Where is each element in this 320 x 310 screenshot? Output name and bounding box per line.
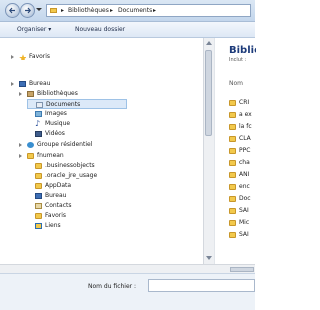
scroll-up-icon[interactable]: [206, 41, 212, 45]
links-folder-icon: [35, 223, 42, 229]
nav-item-oracle-jre-usage[interactable]: .oracle_jre_usage: [35, 171, 195, 181]
folder-icon: [229, 196, 236, 202]
breadcrumb-separator-icon: ▸: [61, 7, 65, 14]
history-dropdown-icon[interactable]: [36, 8, 42, 11]
content-pane: Biblio Inclut : Nom CRI a ex la fc CLA P…: [214, 38, 256, 264]
folder-icon: [229, 148, 236, 154]
music-note-icon: ♪: [35, 119, 41, 128]
address-bar[interactable]: ▸ Bibliothèques ▸ Documents ▸: [46, 4, 251, 17]
expand-arrow-icon[interactable]: [11, 82, 14, 86]
nav-item-documents[interactable]: Documents: [27, 99, 127, 109]
folder-icon: [229, 124, 236, 130]
star-icon: [19, 54, 26, 60]
nav-item-user[interactable]: fnumean: [19, 151, 197, 161]
expand-arrow-icon[interactable]: [19, 92, 22, 96]
arrow-left-icon: [9, 7, 15, 14]
breadcrumb-separator-icon: ▸: [153, 7, 157, 14]
library-title: Biblio: [229, 45, 256, 56]
folder-icon: [229, 232, 236, 238]
folder-icon: [35, 173, 42, 179]
homegroup-icon: [27, 142, 34, 148]
nav-item-bureau[interactable]: Bureau: [35, 191, 195, 201]
folder-icon: [229, 184, 236, 190]
folder-icon: [229, 100, 236, 106]
title-bar: ▸ Bibliothèques ▸ Documents ▸: [0, 0, 255, 22]
folder-icon: [50, 8, 57, 13]
nav-item-desktop[interactable]: Bureau: [11, 79, 199, 89]
folder-icon: [35, 213, 42, 219]
navigation-pane: Favoris Bureau Bibliothèques Documents I…: [0, 38, 203, 264]
nav-item-favorites[interactable]: Favoris: [11, 52, 199, 62]
scroll-down-icon[interactable]: [206, 256, 212, 260]
organize-button[interactable]: Organiser ▾: [17, 26, 51, 33]
forward-button[interactable]: [20, 3, 35, 18]
nav-item-businessobjects[interactable]: .businessobjects: [35, 161, 195, 171]
folder-icon: [229, 136, 236, 142]
nav-item-contacts[interactable]: Contacts: [35, 201, 195, 211]
back-button[interactable]: [5, 3, 20, 18]
expand-arrow-icon[interactable]: [11, 55, 14, 59]
folder-icon: [35, 183, 42, 189]
folder-icon: [229, 172, 236, 178]
filename-label: Nom du fichier :: [88, 283, 137, 290]
folder-icon: [229, 160, 236, 166]
breadcrumb-documents[interactable]: Documents: [118, 7, 152, 14]
filename-input[interactable]: [148, 279, 255, 292]
contacts-icon: [35, 203, 42, 209]
nav-item-libraries[interactable]: Bibliothèques: [19, 89, 199, 99]
column-header-name[interactable]: Nom: [229, 80, 243, 87]
nav-item-favoris[interactable]: Favoris: [35, 211, 195, 221]
command-toolbar: Organiser ▾ Nouveau dossier: [0, 22, 255, 38]
document-icon: [36, 102, 43, 108]
nav-item-music[interactable]: ♪ Musique: [35, 119, 195, 129]
image-icon: [35, 111, 42, 117]
nav-item-images[interactable]: Images: [35, 109, 195, 119]
library-includes[interactable]: Inclut :: [229, 57, 246, 63]
horizontal-scroll-thumb[interactable]: [230, 267, 254, 272]
breadcrumb-libraries[interactable]: Bibliothèques: [68, 7, 109, 14]
library-icon: [27, 91, 34, 97]
new-folder-button[interactable]: Nouveau dossier: [75, 26, 125, 33]
expand-arrow-icon[interactable]: [19, 143, 22, 147]
nav-scrollbar[interactable]: [203, 38, 214, 264]
desktop-icon: [35, 193, 42, 199]
breadcrumb-separator-icon: ▸: [110, 7, 114, 14]
scroll-thumb[interactable]: [205, 50, 212, 136]
folder-icon: [229, 112, 236, 118]
nav-item-homegroup[interactable]: Groupe résidentiel: [19, 140, 197, 150]
user-folder-icon: [27, 153, 34, 159]
desktop-icon: [19, 81, 26, 87]
nav-item-videos[interactable]: Vidéos: [35, 129, 195, 139]
folder-icon: [229, 220, 236, 226]
nav-item-appdata[interactable]: AppData: [35, 181, 195, 191]
arrow-right-icon: [25, 7, 31, 14]
expand-arrow-icon[interactable]: [19, 154, 22, 158]
nav-item-links[interactable]: Liens: [35, 221, 195, 231]
save-dialog-footer: Nom du fichier :: [0, 273, 255, 310]
video-icon: [35, 131, 42, 137]
folder-icon: [229, 208, 236, 214]
folder-icon: [35, 163, 42, 169]
